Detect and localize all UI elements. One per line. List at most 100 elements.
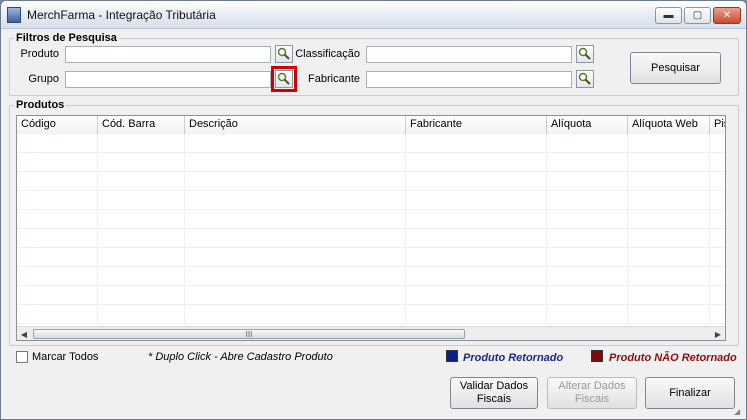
table-cell[interactable] [628, 134, 710, 152]
table-cell[interactable] [710, 286, 725, 304]
table-cell[interactable] [17, 229, 98, 247]
table-cell[interactable] [185, 267, 406, 285]
table-cell[interactable] [406, 267, 547, 285]
column-header[interactable]: Pis [710, 116, 725, 134]
finalizar-button[interactable]: Finalizar [645, 377, 735, 409]
table-cell[interactable] [98, 153, 185, 171]
table-cell[interactable] [17, 210, 98, 228]
table-cell[interactable] [710, 229, 725, 247]
scroll-right-icon[interactable]: ▶ [711, 327, 725, 340]
table-cell[interactable] [406, 305, 547, 323]
column-header[interactable]: Alíquota Web [628, 116, 710, 134]
products-grid[interactable]: Código Cód. Barra Descrição Fabricante Alíqu… [16, 115, 726, 341]
table-row[interactable] [17, 267, 725, 286]
table-cell[interactable] [17, 191, 98, 209]
table-cell[interactable] [628, 153, 710, 171]
table-cell[interactable] [17, 172, 98, 190]
marcar-todos-label[interactable]: Marcar Todos [32, 351, 98, 363]
close-button[interactable]: ✕ [713, 7, 741, 24]
table-row[interactable] [17, 305, 725, 324]
table-cell[interactable] [98, 286, 185, 304]
table-row[interactable] [17, 286, 725, 305]
table-cell[interactable] [185, 210, 406, 228]
table-row[interactable] [17, 153, 725, 172]
minimize-button[interactable]: ▬ [655, 7, 682, 24]
fabricante-search-button[interactable] [576, 70, 594, 88]
table-row[interactable] [17, 210, 725, 229]
table-cell[interactable] [98, 267, 185, 285]
table-cell[interactable] [547, 134, 628, 152]
table-cell[interactable] [185, 172, 406, 190]
table-cell[interactable] [406, 134, 547, 152]
table-cell[interactable] [17, 248, 98, 266]
table-cell[interactable] [710, 210, 725, 228]
table-cell[interactable] [547, 305, 628, 323]
table-cell[interactable] [185, 134, 406, 152]
table-cell[interactable] [710, 153, 725, 171]
table-cell[interactable] [628, 305, 710, 323]
table-cell[interactable] [710, 267, 725, 285]
table-cell[interactable] [98, 248, 185, 266]
table-cell[interactable] [547, 172, 628, 190]
table-cell[interactable] [17, 267, 98, 285]
grupo-input[interactable] [65, 71, 271, 88]
table-cell[interactable] [628, 210, 710, 228]
title-bar[interactable]: MerchFarma - Integração Tributária ▬ ▢ ✕ [1, 1, 746, 29]
table-cell[interactable] [406, 191, 547, 209]
table-cell[interactable] [98, 172, 185, 190]
table-cell[interactable] [547, 286, 628, 304]
column-header[interactable]: Alíquota [547, 116, 628, 134]
classificacao-input[interactable] [366, 46, 572, 63]
produto-input[interactable] [65, 46, 271, 63]
table-cell[interactable] [710, 172, 725, 190]
grupo-search-button[interactable] [271, 66, 297, 92]
table-cell[interactable] [185, 191, 406, 209]
table-cell[interactable] [17, 286, 98, 304]
table-cell[interactable] [406, 286, 547, 304]
table-cell[interactable] [547, 210, 628, 228]
grid-body[interactable] [17, 134, 725, 324]
table-cell[interactable] [547, 267, 628, 285]
table-cell[interactable] [98, 134, 185, 152]
table-cell[interactable] [406, 153, 547, 171]
column-header[interactable]: Descrição [185, 116, 406, 134]
marcar-todos-checkbox[interactable] [16, 351, 28, 363]
table-cell[interactable] [710, 305, 725, 323]
table-cell[interactable] [185, 153, 406, 171]
table-row[interactable] [17, 134, 725, 153]
table-cell[interactable] [710, 134, 725, 152]
scroll-thumb[interactable]: III [33, 329, 465, 339]
table-row[interactable] [17, 191, 725, 210]
table-cell[interactable] [98, 191, 185, 209]
alterar-dados-fiscais-button[interactable]: Alterar Dados Fiscais [547, 377, 637, 409]
table-cell[interactable] [710, 248, 725, 266]
classificacao-search-button[interactable] [576, 45, 594, 63]
resize-grip-icon[interactable]: ◢ [734, 407, 744, 417]
table-row[interactable] [17, 229, 725, 248]
table-cell[interactable] [185, 229, 406, 247]
table-cell[interactable] [710, 191, 725, 209]
table-cell[interactable] [185, 305, 406, 323]
table-cell[interactable] [17, 153, 98, 171]
table-cell[interactable] [547, 229, 628, 247]
table-cell[interactable] [406, 248, 547, 266]
table-cell[interactable] [628, 229, 710, 247]
table-cell[interactable] [17, 134, 98, 152]
validar-dados-fiscais-button[interactable]: Validar Dados Fiscais [450, 377, 538, 409]
table-cell[interactable] [628, 286, 710, 304]
table-cell[interactable] [17, 305, 98, 323]
table-cell[interactable] [98, 229, 185, 247]
produto-search-button[interactable] [275, 45, 293, 63]
table-cell[interactable] [185, 286, 406, 304]
table-cell[interactable] [98, 210, 185, 228]
table-cell[interactable] [406, 210, 547, 228]
column-header[interactable]: Fabricante [406, 116, 547, 134]
maximize-button[interactable]: ▢ [684, 7, 711, 24]
table-cell[interactable] [547, 248, 628, 266]
table-cell[interactable] [628, 248, 710, 266]
scroll-left-icon[interactable]: ◀ [17, 327, 31, 340]
table-cell[interactable] [406, 172, 547, 190]
table-cell[interactable] [628, 267, 710, 285]
table-cell[interactable] [98, 305, 185, 323]
table-cell[interactable] [547, 191, 628, 209]
